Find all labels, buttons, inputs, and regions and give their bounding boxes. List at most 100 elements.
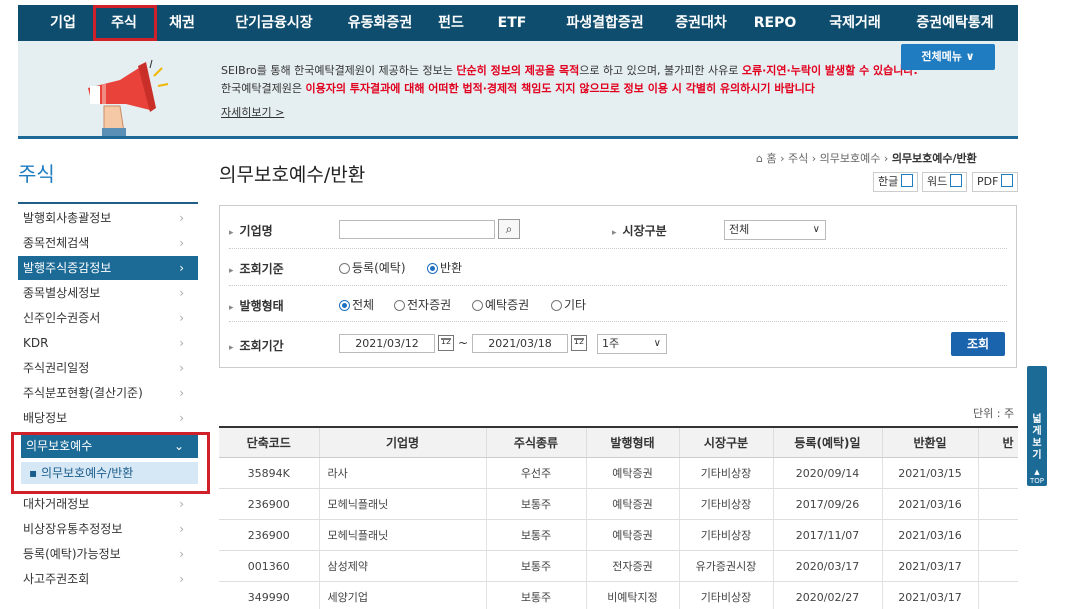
nav-item-international[interactable]: 국제거래 bbox=[818, 5, 892, 41]
notice-text: 한국예탁결제원은 bbox=[221, 82, 306, 95]
col-header-return-qty[interactable]: 반 bbox=[978, 427, 1018, 458]
left-menu-item-dividend[interactable]: 배당정보 › bbox=[18, 406, 198, 430]
left-menu-item-distribution[interactable]: 주식분포현황(결산기준) › bbox=[18, 381, 198, 405]
nav-item-dls[interactable]: 파생결합증권 bbox=[550, 5, 660, 41]
cell-company[interactable]: 세양기업 bbox=[319, 581, 487, 609]
calendar-icon[interactable]: 12 bbox=[571, 335, 587, 351]
notice-emphasis: 이용자의 투자결과에 대해 어떠한 법적·경제적 책임도 지지 않으므로 정보 … bbox=[305, 82, 815, 95]
nav-item-etf[interactable]: ETF bbox=[492, 5, 532, 41]
table-row[interactable]: 349990 세양기업 보통주 비예탁지정 기타비상장 2020/02/27 2… bbox=[219, 581, 1018, 609]
cell-stock-type: 보통주 bbox=[486, 581, 587, 609]
table-row[interactable]: 236900 모헤닉플래닛 보통주 예탁증권 기타비상장 2017/09/26 … bbox=[219, 488, 1018, 520]
issue-radio-deposit[interactable]: 예탁증권 bbox=[472, 296, 529, 313]
market-select[interactable]: 전체 ∨ bbox=[724, 220, 826, 240]
menu-label: 발행주식증감정보 bbox=[23, 261, 112, 275]
left-menu-item-stock-detail[interactable]: 종목별상세정보 › bbox=[18, 281, 198, 305]
left-menu-item-accident[interactable]: 사고주권조회 › bbox=[18, 567, 198, 591]
results-table: 단축코드 기업명 주식종류 발행형태 시장구분 등록(예탁)일 반환일 반 35… bbox=[219, 426, 1018, 609]
search-button[interactable]: 조회 bbox=[951, 332, 1005, 356]
nav-item-lending[interactable]: 증권대차 bbox=[663, 5, 739, 41]
breadcrumb-lockup[interactable]: 의무보호예수 bbox=[820, 152, 881, 165]
chevron-right-icon: › bbox=[179, 286, 184, 300]
issue-radio-all[interactable]: 전체 bbox=[339, 296, 374, 313]
menu-label: 등록(예탁)가능정보 bbox=[23, 547, 121, 561]
nav-item-repo[interactable]: REPO bbox=[748, 5, 802, 41]
nav-item-fund[interactable]: 펀드 bbox=[428, 5, 474, 41]
chevron-right-icon: › bbox=[179, 386, 184, 400]
search-row-divider bbox=[229, 321, 1007, 322]
col-header-issue-type[interactable]: 발행형태 bbox=[586, 427, 680, 458]
date-from-input[interactable] bbox=[339, 334, 435, 353]
nav-item-company[interactable]: 기업 bbox=[45, 5, 81, 41]
period-select[interactable]: 1주 ∨ bbox=[597, 334, 667, 354]
calendar-icon[interactable]: 12 bbox=[438, 335, 454, 351]
table-row[interactable]: 001360 삼성제약 보통주 전자증권 유가증권시장 2020/03/17 2… bbox=[219, 550, 1018, 582]
wide-view-label[interactable]: 넓게보기 bbox=[1030, 414, 1044, 462]
left-menu-item-rights-schedule[interactable]: 주식권리일정 › bbox=[18, 356, 198, 380]
cell-company[interactable]: 라사 bbox=[319, 457, 487, 489]
chevron-right-icon: › bbox=[179, 547, 184, 561]
radio-circle bbox=[339, 300, 350, 311]
search-row-divider bbox=[229, 285, 1007, 286]
cell-company[interactable]: 삼성제약 bbox=[319, 550, 487, 582]
megaphone-icon bbox=[88, 59, 169, 138]
left-menu-item-registrable[interactable]: 등록(예탁)가능정보 › bbox=[18, 542, 198, 566]
left-menu-divider bbox=[18, 202, 198, 204]
col-header-stock-type[interactable]: 주식종류 bbox=[486, 427, 587, 458]
period-label: 조회기간 bbox=[229, 337, 284, 354]
menu-label: 신주인수권증서 bbox=[23, 311, 101, 325]
nav-item-bond[interactable]: 채권 bbox=[164, 5, 200, 41]
chevron-right-icon: › bbox=[179, 522, 184, 536]
radio-label: 반환 bbox=[440, 261, 463, 275]
issue-radio-electronic[interactable]: 전자증권 bbox=[394, 296, 451, 313]
chevron-right-icon: › bbox=[179, 236, 184, 250]
cell-register-date: 2017/09/26 bbox=[773, 488, 883, 520]
col-header-code[interactable]: 단축코드 bbox=[219, 427, 320, 458]
table-row[interactable]: 35894K 라사 우선주 예탁증권 기타비상장 2020/09/14 2021… bbox=[219, 457, 1018, 489]
scroll-top-button[interactable]: ▲ TOP bbox=[1027, 468, 1047, 486]
download-pdf-button[interactable]: PDF bbox=[972, 172, 1019, 192]
left-menu-item-warrant[interactable]: 신주인수권증서 › bbox=[18, 306, 198, 330]
col-header-return-date[interactable]: 반환일 bbox=[882, 427, 979, 458]
cell-company[interactable]: 모헤닉플래닛 bbox=[319, 488, 487, 520]
col-header-register-date[interactable]: 등록(예탁)일 bbox=[773, 427, 883, 458]
cell-stock-type: 보통주 bbox=[486, 488, 587, 520]
cell-stock-type: 우선주 bbox=[486, 457, 587, 489]
col-header-company[interactable]: 기업명 bbox=[319, 427, 487, 458]
cell-return-qty bbox=[978, 550, 1018, 582]
issue-radio-other[interactable]: 기타 bbox=[551, 296, 586, 313]
left-menu-item-issuer-info[interactable]: 발행회사총괄정보 › bbox=[18, 206, 198, 230]
col-header-market[interactable]: 시장구분 bbox=[679, 427, 774, 458]
table-row[interactable]: 236900 모헤닉플래닛 보통주 예탁증권 기타비상장 2017/11/07 … bbox=[219, 519, 1018, 551]
top-label: TOP bbox=[1029, 477, 1044, 485]
home-icon[interactable]: ⌂ bbox=[756, 152, 763, 165]
left-menu-item-unlisted[interactable]: 비상장유통추정정보 › bbox=[18, 517, 198, 541]
left-menu-item-kdr[interactable]: KDR › bbox=[18, 331, 198, 355]
basis-radio-register[interactable]: 등록(예탁) bbox=[339, 259, 406, 276]
nav-item-money-market[interactable]: 단기금융시장 bbox=[224, 5, 324, 41]
left-menu-item-share-change[interactable]: 발행주식증감정보 › bbox=[18, 256, 198, 280]
menu-label: 종목별상세정보 bbox=[23, 286, 101, 300]
more-link[interactable]: 자세히보기 > bbox=[221, 104, 284, 120]
date-to-input[interactable] bbox=[472, 334, 568, 353]
basis-radio-return[interactable]: 반환 bbox=[427, 259, 462, 276]
left-menu-item-stock-search[interactable]: 종목전체검색 › bbox=[18, 231, 198, 255]
breadcrumb-stock[interactable]: 주식 bbox=[788, 152, 808, 165]
company-name-input[interactable] bbox=[339, 220, 495, 239]
chevron-right-icon: › bbox=[179, 361, 184, 375]
left-menu-item-lending[interactable]: 대차거래정보 › bbox=[18, 492, 198, 516]
radio-circle bbox=[394, 300, 405, 311]
download-hwp-button[interactable]: 한글 bbox=[873, 172, 919, 192]
breadcrumb-home[interactable]: 홈 bbox=[766, 152, 776, 165]
all-menu-button[interactable]: 전체메뉴 ∨ bbox=[901, 44, 995, 70]
cell-company[interactable]: 모헤닉플래닛 bbox=[319, 519, 487, 551]
download-word-button[interactable]: 워드 bbox=[922, 172, 968, 192]
chevron-right-icon: › bbox=[179, 211, 184, 225]
search-row-divider bbox=[229, 248, 1007, 249]
search-icon[interactable]: ⌕ bbox=[498, 219, 520, 239]
nav-item-statistics[interactable]: 증권예탁통계 bbox=[900, 5, 1010, 41]
nav-item-abs[interactable]: 유동화증권 bbox=[330, 5, 430, 41]
cell-return-qty bbox=[978, 488, 1018, 520]
cell-register-date: 2020/03/17 bbox=[773, 550, 883, 582]
cell-market: 기타비상장 bbox=[679, 488, 774, 520]
